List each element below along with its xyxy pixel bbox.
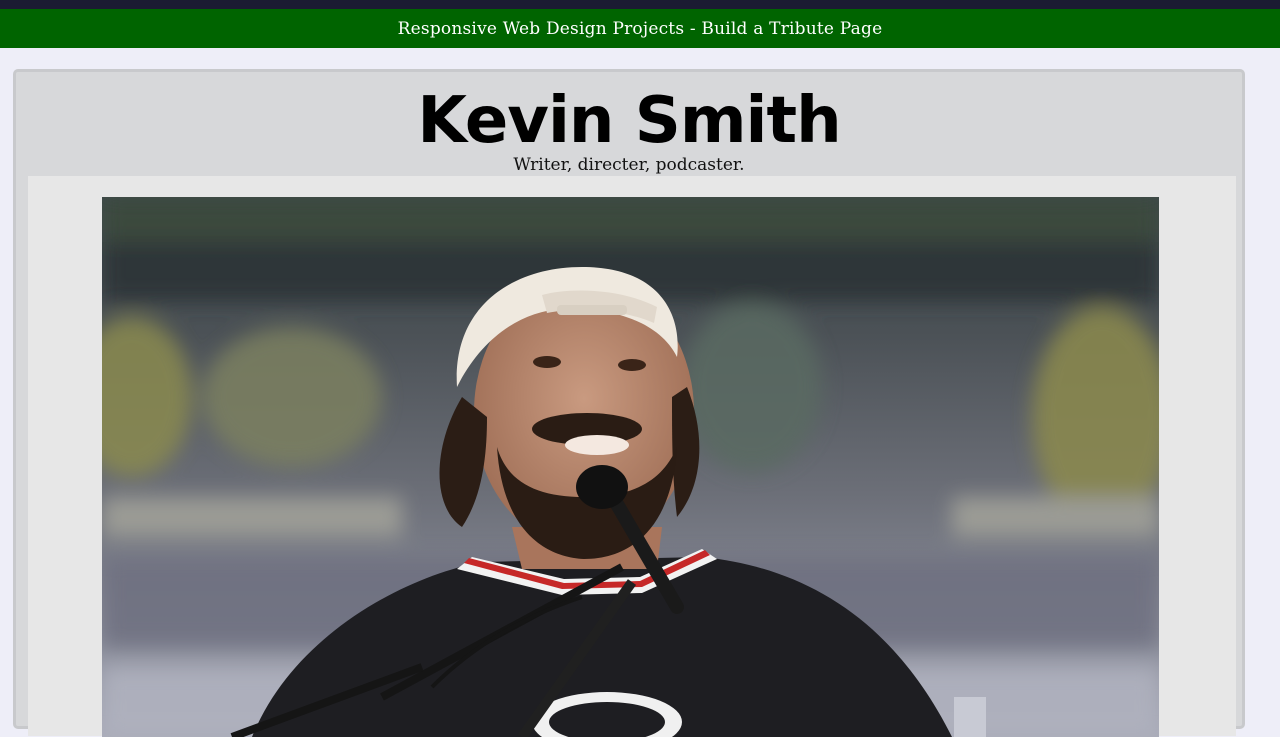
browser-top-strip	[0, 0, 1280, 9]
page-body: Kevin Smith Writer, directer, podcaster.	[0, 48, 1280, 737]
tribute-title: Kevin Smith	[417, 84, 841, 158]
tribute-main: Kevin Smith Writer, directer, podcaster.	[13, 69, 1245, 737]
project-header-bar: Responsive Web Design Projects - Build a…	[0, 9, 1280, 48]
project-header-title: Responsive Web Design Projects - Build a…	[397, 18, 883, 39]
tribute-photo	[102, 197, 1159, 737]
tribute-subtitle: Writer, directer, podcaster.	[513, 155, 745, 175]
image-container	[28, 176, 1236, 737]
